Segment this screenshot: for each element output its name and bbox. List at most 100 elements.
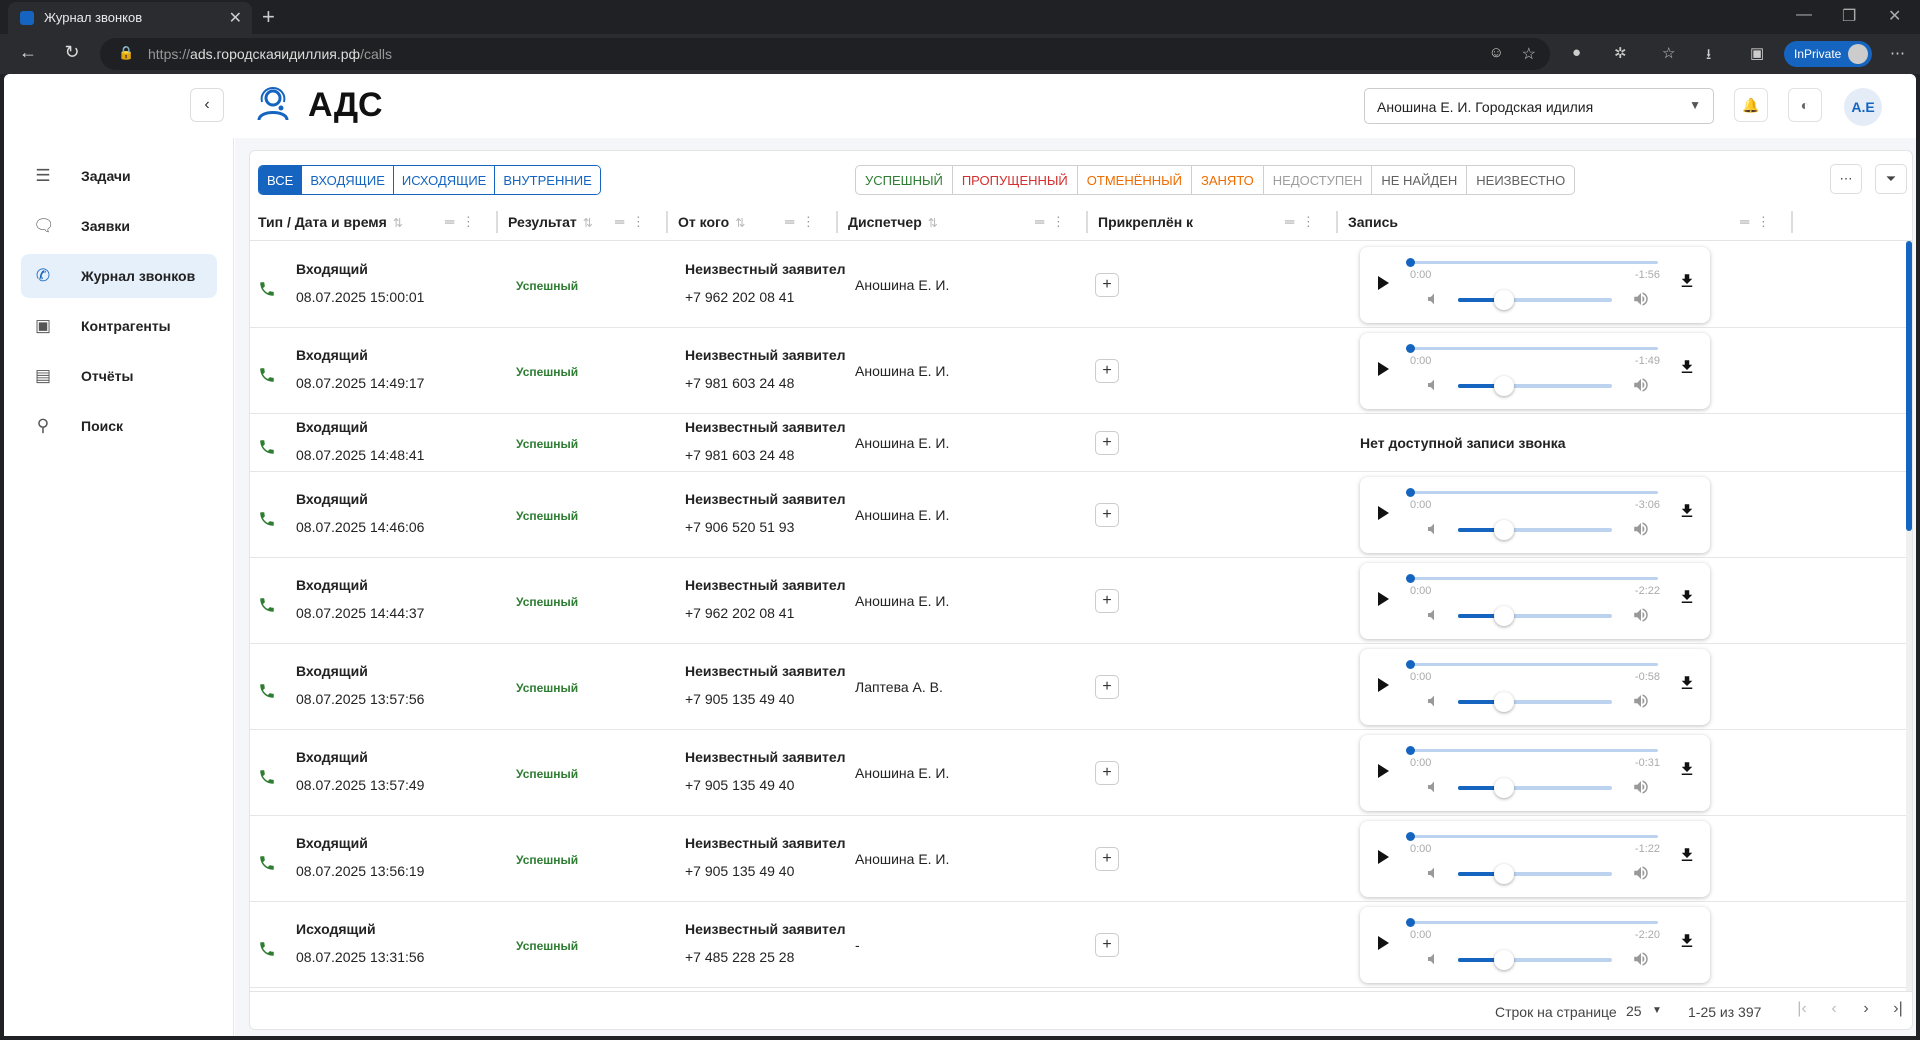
download-icon[interactable] bbox=[1678, 931, 1696, 951]
play-icon[interactable] bbox=[1370, 587, 1394, 611]
play-icon[interactable] bbox=[1370, 501, 1394, 525]
next-page-icon[interactable]: › bbox=[1854, 1000, 1878, 1024]
col-type-datetime[interactable]: Тип / Дата и время ⇅ bbox=[258, 203, 403, 241]
seek-thumb[interactable] bbox=[1406, 832, 1415, 841]
filter-cancelled-button[interactable]: ОТМЕНЁННЫЙ bbox=[1078, 166, 1193, 194]
browser-tab[interactable]: Журнал звонков ✕ bbox=[8, 2, 252, 34]
filter-button[interactable]: ⏷ bbox=[1875, 164, 1907, 194]
column-resize-handle[interactable] bbox=[1086, 211, 1088, 233]
volume-up-icon[interactable] bbox=[1632, 692, 1650, 710]
table-row[interactable]: Входящий 08.07.2025 13:56:19 Успешный Неизв… bbox=[250, 816, 1912, 902]
download-icon[interactable] bbox=[1678, 673, 1696, 693]
first-page-icon[interactable]: |‹ bbox=[1790, 1000, 1814, 1024]
column-menu-icon[interactable]: ═ ⋮ bbox=[1740, 214, 1772, 230]
volume-thumb[interactable] bbox=[1494, 606, 1514, 626]
play-icon[interactable] bbox=[1370, 357, 1394, 381]
filter-incoming-button[interactable]: ВХОДЯЩИЕ bbox=[302, 166, 394, 194]
prev-page-icon[interactable]: ‹ bbox=[1822, 1000, 1846, 1024]
table-row[interactable]: Входящий 08.07.2025 14:49:17 Успешный Неизв… bbox=[250, 328, 1912, 414]
volume-thumb[interactable] bbox=[1494, 692, 1514, 712]
seek-thumb[interactable] bbox=[1406, 574, 1415, 583]
attach-button[interactable]: + bbox=[1095, 273, 1119, 297]
filter-unavailable-button[interactable]: НЕДОСТУПЕН bbox=[1264, 166, 1373, 194]
volume-mute-icon[interactable] bbox=[1426, 951, 1442, 967]
table-row[interactable]: Входящий 08.07.2025 14:44:37 Успешный Неизв… bbox=[250, 558, 1912, 644]
sort-icon[interactable]: ⇅ bbox=[735, 216, 745, 230]
attach-button[interactable]: + bbox=[1095, 761, 1119, 785]
column-menu-icon[interactable]: ═ ⋮ bbox=[615, 214, 647, 230]
seek-thumb[interactable] bbox=[1406, 488, 1415, 497]
attach-button[interactable]: + bbox=[1095, 503, 1119, 527]
extension-icon[interactable]: ● bbox=[1572, 44, 1581, 61]
sidebar-item-contacts[interactable]: ▣ Контрагенты bbox=[21, 304, 217, 348]
attach-button[interactable]: + bbox=[1095, 359, 1119, 383]
window-close-icon[interactable]: ✕ bbox=[1888, 6, 1901, 26]
volume-up-icon[interactable] bbox=[1632, 778, 1650, 796]
puzzle-icon[interactable]: ✲ bbox=[1614, 44, 1627, 62]
back-icon[interactable]: ← bbox=[16, 42, 40, 63]
volume-mute-icon[interactable] bbox=[1426, 377, 1442, 393]
download-icon[interactable] bbox=[1678, 587, 1696, 607]
attach-button[interactable]: + bbox=[1095, 933, 1119, 957]
filter-success-button[interactable]: УСПЕШНЫЙ bbox=[856, 166, 953, 194]
volume-thumb[interactable] bbox=[1494, 520, 1514, 540]
volume-mute-icon[interactable] bbox=[1426, 291, 1442, 307]
seek-thumb[interactable] bbox=[1406, 660, 1415, 669]
attach-button[interactable]: + bbox=[1095, 431, 1119, 455]
sort-icon[interactable]: ⇅ bbox=[393, 216, 403, 230]
sidebar-item-reports[interactable]: ▤ Отчёты bbox=[21, 354, 217, 398]
seek-thumb[interactable] bbox=[1406, 258, 1415, 267]
volume-up-icon[interactable] bbox=[1632, 606, 1650, 624]
avatar[interactable]: А.Е bbox=[1844, 88, 1882, 126]
download-icon[interactable] bbox=[1678, 759, 1696, 779]
download-icon[interactable] bbox=[1678, 845, 1696, 865]
volume-mute-icon[interactable] bbox=[1426, 779, 1442, 795]
table-scrollbar-thumb[interactable] bbox=[1906, 241, 1912, 531]
play-icon[interactable] bbox=[1370, 845, 1394, 869]
attach-button[interactable]: + bbox=[1095, 675, 1119, 699]
play-icon[interactable] bbox=[1370, 931, 1394, 955]
theme-toggle-button[interactable]: ◐ bbox=[1788, 88, 1822, 122]
seek-track[interactable] bbox=[1408, 577, 1658, 580]
download-icon[interactable] bbox=[1678, 501, 1696, 521]
volume-thumb[interactable] bbox=[1494, 290, 1514, 310]
reload-icon[interactable]: ↻ bbox=[60, 42, 84, 63]
play-icon[interactable] bbox=[1370, 271, 1394, 295]
volume-thumb[interactable] bbox=[1494, 778, 1514, 798]
play-icon[interactable] bbox=[1370, 673, 1394, 697]
table-row[interactable]: Входящий 08.07.2025 14:46:06 Успешный Неизв… bbox=[250, 472, 1912, 558]
inprivate-badge[interactable]: InPrivate bbox=[1784, 41, 1872, 67]
column-resize-handle[interactable] bbox=[836, 211, 838, 233]
more-options-button[interactable]: ⋯ bbox=[1830, 164, 1862, 194]
close-tab-icon[interactable]: ✕ bbox=[229, 8, 242, 28]
organization-select[interactable]: Аношина Е. И. Городская идилия ▼ bbox=[1364, 88, 1714, 124]
sidebar-item-search[interactable]: ⚲ Поиск bbox=[21, 404, 217, 448]
sidebar-item-tasks[interactable]: ☰ Задачи bbox=[21, 154, 217, 198]
play-icon[interactable] bbox=[1370, 759, 1394, 783]
column-resize-handle[interactable] bbox=[1336, 211, 1338, 233]
last-page-icon[interactable]: ›| bbox=[1886, 1000, 1910, 1024]
table-row[interactable]: Входящий 08.07.2025 13:57:49 Успешный Неизв… bbox=[250, 730, 1912, 816]
filter-outgoing-button[interactable]: ИСХОДЯЩИЕ bbox=[393, 166, 496, 194]
seek-thumb[interactable] bbox=[1406, 918, 1415, 927]
read-aloud-icon[interactable]: ☺ bbox=[1489, 44, 1504, 61]
column-menu-icon[interactable]: ═ ⋮ bbox=[1035, 214, 1067, 230]
filter-not-found-button[interactable]: НЕ НАЙДЕН bbox=[1372, 166, 1468, 194]
new-tab-icon[interactable]: + bbox=[262, 4, 275, 30]
volume-thumb[interactable] bbox=[1494, 376, 1514, 396]
column-resize-handle[interactable] bbox=[1791, 211, 1793, 233]
sidebar-item-call-log[interactable]: ✆ Журнал звонков bbox=[21, 254, 217, 298]
seek-track[interactable] bbox=[1408, 261, 1658, 264]
seek-track[interactable] bbox=[1408, 835, 1658, 838]
volume-mute-icon[interactable] bbox=[1426, 693, 1442, 709]
col-dispatcher[interactable]: Диспетчер ⇅ bbox=[848, 203, 938, 241]
collections-icon[interactable]: ▣ bbox=[1750, 44, 1764, 62]
volume-up-icon[interactable] bbox=[1632, 520, 1650, 538]
more-icon[interactable]: ⋯ bbox=[1890, 44, 1905, 62]
download-icon[interactable] bbox=[1678, 271, 1696, 291]
favorite-star-icon[interactable]: ☆ bbox=[1522, 44, 1536, 64]
volume-up-icon[interactable] bbox=[1632, 864, 1650, 882]
favorites-icon[interactable]: ☆ bbox=[1662, 44, 1675, 62]
col-result[interactable]: Результат ⇅ bbox=[508, 203, 593, 241]
column-menu-icon[interactable]: ═ ⋮ bbox=[445, 214, 477, 230]
